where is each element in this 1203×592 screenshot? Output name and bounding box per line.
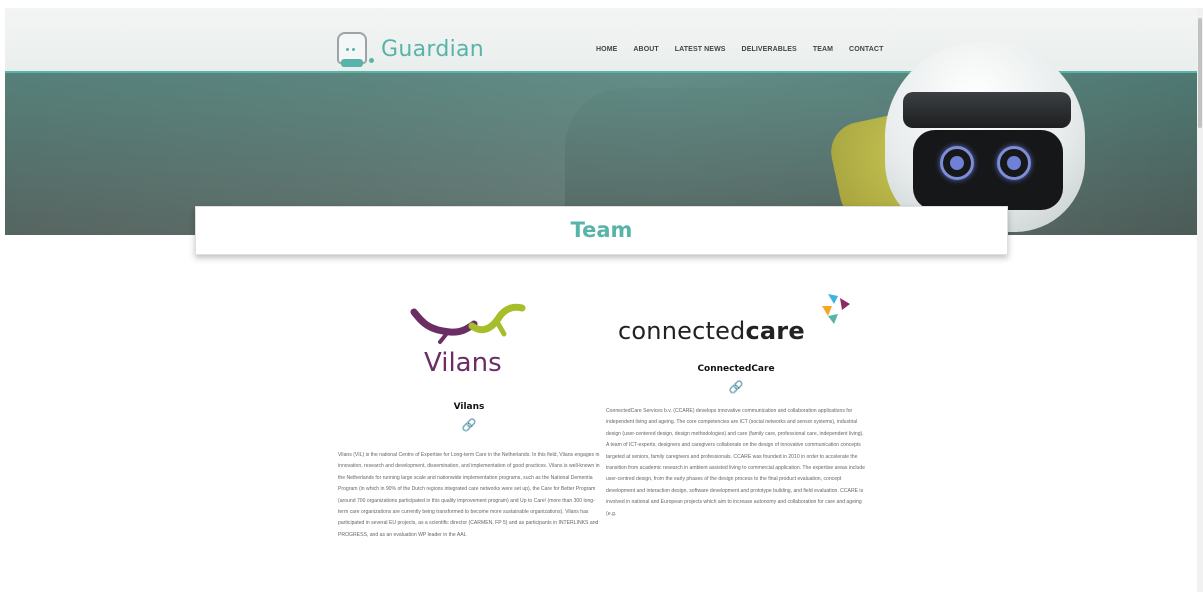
robot-face [913, 130, 1063, 210]
member-description: ConnectedCare Services b.v. (CCARE) deve… [606, 408, 865, 517]
site-name: Guardian [381, 36, 485, 62]
house-robot-icon [333, 30, 374, 68]
nav-item-team[interactable]: TEAM [813, 46, 833, 53]
page-title-banner: Team [195, 206, 1008, 255]
scrollbar-thumb[interactable] [1198, 18, 1202, 128]
link-icon[interactable]: 🔗 [606, 380, 866, 394]
nav-item-latest-news[interactable]: LATEST NEWS [675, 46, 726, 53]
hero-banner [5, 8, 1200, 235]
member-description: Vilans (VIL) is the national Centre of E… [338, 452, 600, 538]
scrollbar[interactable] [1197, 8, 1203, 592]
link-icon[interactable]: 🔗 [338, 418, 600, 432]
vilans-wordmark: Vilans [424, 348, 502, 378]
nav-item-contact[interactable]: CONTACT [849, 46, 883, 53]
team-member-connectedcare: connectedcare ConnectedCare 🔗 ConnectedC… [606, 292, 866, 520]
page: Guardian HOME ABOUT LATEST NEWS DELIVERA… [0, 0, 1203, 592]
member-name: ConnectedCare [697, 364, 775, 374]
robot-visor [903, 92, 1071, 128]
nav-item-about[interactable]: ABOUT [633, 46, 658, 53]
site-logo[interactable]: Guardian [333, 30, 484, 68]
connectedcare-logo: connectedcare [618, 292, 868, 350]
member-name: Vilans [453, 402, 485, 412]
vilans-logo: Vilans [410, 302, 540, 394]
connectedcare-wordmark: connectedcare [618, 317, 805, 345]
connectedcare-mark-icon [822, 294, 850, 324]
nav-item-home[interactable]: HOME [596, 46, 617, 53]
nav-item-deliverables[interactable]: DELIVERABLES [742, 46, 797, 53]
main-nav: HOME ABOUT LATEST NEWS DELIVERABLES TEAM… [596, 46, 883, 53]
team-member-vilans: Vilans Vilans 🔗 Vilans (VIL) is the nati… [338, 302, 600, 541]
robot-eye-left [940, 146, 974, 180]
vilans-swoosh-icon [410, 303, 526, 344]
robot-eye-right [997, 146, 1031, 180]
page-title: Team [570, 218, 633, 242]
